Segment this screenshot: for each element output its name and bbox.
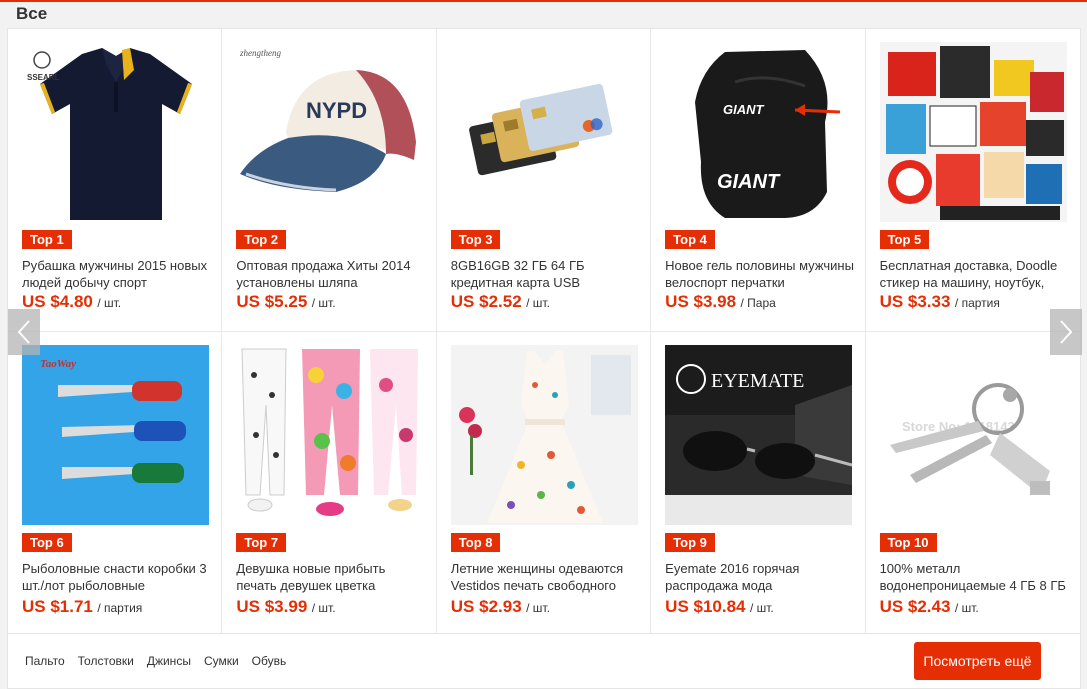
product-price: US $1.71 bbox=[22, 597, 93, 616]
product-title[interactable]: Девушка новые прибыть печать девушек цве… bbox=[236, 560, 428, 594]
product-price: US $10.84 bbox=[665, 597, 746, 616]
category-links: Пальто Толстовки Джинсы Сумки Обувь bbox=[25, 654, 286, 668]
product-card[interactable]: zhengtheng NYPD Top 2 Оптовая продажа Хи… bbox=[222, 29, 437, 332]
product-image-summer-dress[interactable] bbox=[450, 345, 638, 525]
product-card[interactable]: Top 8 Летние женщины одеваются Vestidos … bbox=[436, 332, 652, 635]
image-brand-ssearl: SSEARL bbox=[27, 73, 60, 82]
category-footer: Пальто Толстовки Джинсы Сумки Обувь Посм… bbox=[7, 634, 1081, 689]
product-unit: / шт. bbox=[97, 296, 122, 310]
chevron-right-icon bbox=[1060, 320, 1073, 344]
product-title[interactable]: Рубашка мужчины 2015 новых людей добычу … bbox=[22, 257, 214, 291]
product-price: US $2.93 bbox=[450, 597, 522, 616]
category-link-coats[interactable]: Пальто bbox=[25, 654, 65, 668]
product-card[interactable]: Top 7 Девушка новые прибыть печать девуш… bbox=[222, 332, 437, 635]
product-unit: / партия bbox=[954, 296, 1000, 310]
rank-badge: Top 8 bbox=[450, 533, 501, 552]
product-card[interactable]: Store No: 1018143 Top 10 100% металл вод… bbox=[865, 332, 1080, 635]
product-unit: / шт. bbox=[749, 601, 774, 615]
product-unit: / шт. bbox=[526, 601, 550, 615]
product-title[interactable]: Бесплатная доставка, Doodle стикер на ма… bbox=[880, 257, 1072, 291]
product-price: US $2.43 bbox=[879, 597, 951, 616]
category-link-bags[interactable]: Сумки bbox=[204, 654, 239, 668]
product-title[interactable]: Рыболовные снасти коробки 3 шт./лот рыбо… bbox=[22, 560, 214, 594]
price-row: US $3.33 / партия bbox=[880, 292, 1000, 312]
product-unit: / шт. bbox=[311, 601, 336, 615]
carousel-prev-button[interactable] bbox=[8, 309, 40, 355]
price-row: US $3.99 / шт. bbox=[236, 597, 335, 617]
product-title[interactable]: Новое гель половины мужчины велоспорт пе… bbox=[665, 257, 857, 291]
rank-badge: Top 2 bbox=[236, 230, 287, 249]
product-card[interactable]: GIANT GIANT Top 4 Новое гель половины му… bbox=[651, 29, 866, 332]
price-row: US $2.93 / шт. bbox=[451, 597, 550, 617]
product-card[interactable]: SSEARL Top 1 Рубашка мужчины 2015 новых … bbox=[8, 29, 223, 332]
product-price: US $3.98 bbox=[665, 292, 737, 311]
product-image-polo-shirt[interactable]: SSEARL bbox=[22, 42, 209, 222]
product-title[interactable]: Летние женщины одеваются Vestidos печать… bbox=[451, 560, 643, 594]
price-row: US $5.25 / шт. bbox=[236, 292, 335, 312]
product-title[interactable]: Оптовая продажа Хиты 2014 установлены шл… bbox=[236, 257, 428, 291]
price-row: US $1.71 / партия bbox=[22, 597, 142, 617]
image-brand-eyemate: EYEMATE bbox=[711, 370, 804, 392]
price-row: US $10.84 / шт. bbox=[665, 597, 774, 617]
product-price: US $2.52 bbox=[450, 292, 522, 311]
product-image-girls-leggings[interactable] bbox=[236, 345, 424, 525]
product-title[interactable]: Eyemate 2016 горячая распродажа мода bbox=[665, 560, 857, 594]
product-unit: / партия bbox=[97, 601, 143, 615]
image-cap-text: NYPD bbox=[306, 98, 367, 123]
product-image-sunglasses[interactable]: EYEMATE bbox=[665, 345, 853, 525]
price-row: US $3.98 / Пара bbox=[665, 292, 776, 312]
image-brand-zhengtheng: zhengtheng bbox=[239, 48, 281, 58]
chevron-left-icon bbox=[17, 320, 30, 344]
top-accent-line bbox=[0, 0, 1087, 2]
rank-badge: Top 4 bbox=[665, 230, 715, 249]
product-unit: / Пара bbox=[740, 296, 776, 310]
rank-badge: Top 10 bbox=[879, 533, 937, 552]
carousel-next-button[interactable] bbox=[1050, 309, 1082, 355]
price-row: US $2.43 / шт. bbox=[880, 597, 979, 617]
product-card[interactable]: TaoWay Top 6 Рыболовные снасти коробки 3… bbox=[8, 332, 223, 635]
price-row: US $2.52 / шт. bbox=[451, 292, 550, 312]
category-link-jeans[interactable]: Джинсы bbox=[147, 654, 191, 668]
product-unit: / шт. bbox=[311, 296, 336, 310]
product-card[interactable]: EYEMATE Top 9 Eyemate 2016 горячая распр… bbox=[651, 332, 866, 635]
product-image-metal-key-usb[interactable]: Store No: 1018143 bbox=[879, 345, 1067, 525]
rank-badge: Top 6 bbox=[22, 533, 72, 552]
section-title: Все bbox=[16, 4, 48, 23]
product-unit: / шт. bbox=[954, 601, 979, 615]
rank-badge: Top 7 bbox=[236, 533, 287, 552]
rank-badge: Top 1 bbox=[22, 230, 72, 249]
product-image-stickers[interactable] bbox=[879, 42, 1067, 222]
rank-badge: Top 9 bbox=[665, 533, 715, 552]
product-image-fishing-scissors[interactable]: TaoWay bbox=[22, 345, 209, 525]
see-more-button[interactable]: Посмотреть ещё bbox=[914, 642, 1041, 680]
rank-badge: Top 5 bbox=[879, 230, 930, 249]
product-unit: / шт. bbox=[526, 296, 550, 310]
image-brand-giant-top: GIANT bbox=[723, 102, 765, 117]
image-brand-giant: GIANT bbox=[717, 171, 781, 193]
product-title[interactable]: 8GB16GB 32 ГБ 64 ГБ кредитная карта USB bbox=[451, 257, 643, 291]
product-grid: SSEARL Top 1 Рубашка мужчины 2015 новых … bbox=[8, 29, 1080, 635]
product-card[interactable]: Top 5 Бесплатная доставка, Doodle стикер… bbox=[865, 29, 1080, 332]
product-image-baseball-cap[interactable]: zhengtheng NYPD bbox=[236, 42, 424, 222]
product-title[interactable]: 100% металл водонепроницаемые 4 ГБ 8 ГБ bbox=[880, 560, 1072, 594]
product-price: US $3.33 bbox=[879, 292, 951, 311]
product-card[interactable]: Top 3 8GB16GB 32 ГБ 64 ГБ кредитная карт… bbox=[436, 29, 652, 332]
product-image-card-usb[interactable] bbox=[450, 42, 638, 222]
product-price: US $5.25 bbox=[236, 292, 308, 311]
product-image-cycling-glove[interactable]: GIANT GIANT bbox=[665, 42, 853, 222]
category-link-shoes[interactable]: Обувь bbox=[252, 654, 287, 668]
rank-badge: Top 3 bbox=[450, 230, 501, 249]
product-price: US $3.99 bbox=[236, 597, 308, 616]
product-grid-panel: SSEARL Top 1 Рубашка мужчины 2015 новых … bbox=[7, 28, 1081, 635]
category-link-hoodies[interactable]: Толстовки bbox=[78, 654, 134, 668]
image-brand-taoway: TaoWay bbox=[40, 358, 76, 370]
